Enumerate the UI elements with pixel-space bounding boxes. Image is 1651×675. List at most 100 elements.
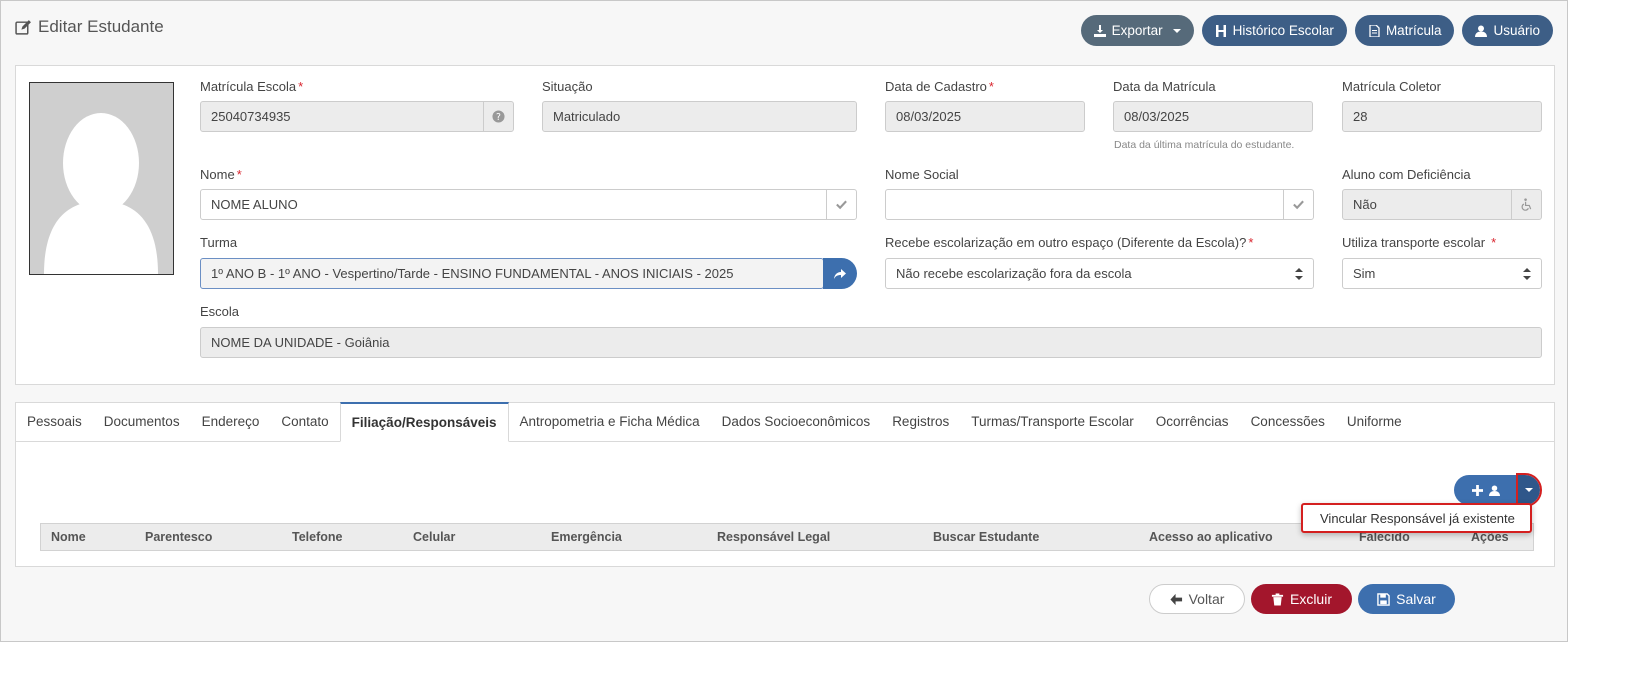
select-arrows-icon	[1523, 268, 1531, 280]
export-label: Exportar	[1111, 23, 1163, 38]
column-acesso-aplicativo[interactable]: Acesso ao aplicativo	[1149, 530, 1273, 544]
data-matricula-input[interactable]: 08/03/2025	[1113, 101, 1313, 132]
salvar-label: Salvar	[1396, 591, 1436, 607]
footer-actions: Voltar Excluir Salvar	[1149, 584, 1455, 614]
matricula-escola-label: Matrícula Escola *	[200, 79, 304, 94]
check-icon	[1293, 200, 1304, 210]
tab-concessoes[interactable]: Concessões	[1240, 403, 1336, 441]
question-icon: ?	[492, 110, 505, 123]
tab-uniforme[interactable]: Uniforme	[1336, 403, 1413, 441]
matricula-escola-input[interactable]: 25040734935 ?	[200, 101, 514, 132]
data-matricula-help: Data da última matrícula do estudante.	[1114, 139, 1295, 151]
h-icon	[1215, 24, 1226, 37]
tabs-panel: Pessoais Documentos Endereço Contato Fil…	[15, 402, 1555, 567]
tab-registros[interactable]: Registros	[881, 403, 960, 441]
usuario-button[interactable]: Usuário	[1462, 15, 1553, 46]
chevron-down-icon	[1172, 28, 1181, 33]
column-buscar-estudante[interactable]: Buscar Estudante	[933, 530, 1039, 544]
nome-input[interactable]: NOME ALUNO	[200, 189, 857, 220]
column-emergencia[interactable]: Emergência	[551, 530, 622, 544]
top-actions: Exportar Histórico Escolar Matrícula Usu…	[1080, 15, 1553, 46]
tab-dados-socioeconomicos[interactable]: Dados Socioeconômicos	[711, 403, 882, 441]
vincular-responsavel-menu-item[interactable]: Vincular Responsável já existente	[1301, 503, 1532, 533]
data-cadastro-value: 08/03/2025	[896, 109, 962, 124]
help-addon[interactable]: ?	[483, 102, 513, 131]
nome-social-check-addon	[1283, 190, 1313, 219]
excluir-label: Excluir	[1289, 591, 1332, 607]
page-frame: Editar Estudante Exportar Histórico Esco…	[0, 0, 1568, 642]
plus-icon	[1472, 484, 1483, 496]
tab-pessoais[interactable]: Pessoais	[16, 403, 93, 441]
historico-label: Histórico Escolar	[1232, 23, 1334, 38]
matricula-coletor-value: 28	[1353, 109, 1368, 124]
arrow-left-icon	[1170, 593, 1182, 605]
turma-input[interactable]: 1º ANO B - 1º ANO - Vespertino/Tarde - E…	[200, 258, 824, 289]
excluir-button[interactable]: Excluir	[1251, 584, 1352, 614]
page-title-text: Editar Estudante	[38, 17, 164, 36]
share-arrow-icon	[834, 268, 846, 279]
escola-value: NOME DA UNIDADE - Goiânia	[211, 335, 390, 350]
export-button[interactable]: Exportar	[1080, 15, 1194, 46]
svg-text:?: ?	[496, 112, 501, 123]
add-responsavel-dropdown-toggle[interactable]	[1516, 473, 1542, 507]
deficiencia-input[interactable]: Não	[1342, 189, 1542, 220]
escola-label: Escola	[200, 304, 240, 319]
chevron-down-icon	[1525, 488, 1533, 492]
data-cadastro-input[interactable]: 08/03/2025	[885, 101, 1085, 132]
nome-social-label: Nome Social	[885, 167, 959, 182]
usuario-label: Usuário	[1493, 23, 1540, 38]
tab-contato[interactable]: Contato	[270, 403, 339, 441]
deficiencia-addon	[1511, 190, 1541, 219]
nome-check-addon	[826, 190, 856, 219]
tab-ocorrencias[interactable]: Ocorrências	[1145, 403, 1240, 441]
avatar-placeholder-icon	[30, 83, 173, 274]
data-cadastro-label: Data de Cadastro *	[885, 79, 994, 94]
user-icon	[1475, 25, 1488, 37]
salvar-button[interactable]: Salvar	[1358, 584, 1455, 614]
deficiencia-label: Aluno com Deficiência	[1342, 167, 1471, 182]
escola-input[interactable]: NOME DA UNIDADE - Goiânia	[200, 327, 1542, 358]
student-photo[interactable]	[29, 82, 174, 275]
escolarizacao-select[interactable]: Não recebe escolarização fora da escola	[885, 258, 1314, 289]
deficiencia-value: Não	[1353, 197, 1377, 212]
save-icon	[1377, 592, 1390, 606]
nome-value: NOME ALUNO	[211, 197, 298, 212]
tab-turmas-transporte[interactable]: Turmas/Transporte Escolar	[960, 403, 1145, 441]
turma-label: Turma	[200, 235, 238, 250]
page-title: Editar Estudante	[15, 17, 164, 37]
tab-antropometria[interactable]: Antropometria e Ficha Médica	[509, 403, 711, 441]
matricula-button[interactable]: Matrícula	[1354, 15, 1455, 46]
select-arrows-icon	[1295, 268, 1303, 280]
voltar-button[interactable]: Voltar	[1149, 584, 1245, 614]
add-responsavel-group	[1454, 473, 1542, 507]
edit-icon	[15, 19, 31, 35]
matricula-coletor-input[interactable]: 28	[1342, 101, 1542, 132]
tab-filiacao-responsaveis[interactable]: Filiação/Responsáveis	[339, 402, 509, 442]
column-responsavel-legal[interactable]: Responsável Legal	[717, 530, 830, 544]
transporte-value: Sim	[1353, 266, 1376, 281]
situacao-value: Matriculado	[553, 109, 621, 124]
transporte-label: Utiliza transporte escolar *	[1342, 235, 1497, 250]
historico-escolar-button[interactable]: Histórico Escolar	[1201, 15, 1347, 46]
column-parentesco[interactable]: Parentesco	[145, 530, 212, 544]
situacao-input[interactable]: Matriculado	[542, 101, 857, 132]
add-responsavel-button[interactable]	[1454, 475, 1518, 505]
data-matricula-value: 08/03/2025	[1124, 109, 1190, 124]
column-celular[interactable]: Celular	[413, 530, 455, 544]
nome-label: Nome *	[200, 167, 242, 182]
turma-go-button[interactable]	[823, 258, 857, 289]
voltar-label: Voltar	[1188, 591, 1225, 607]
vincular-responsavel-label: Vincular Responsável já existente	[1320, 510, 1515, 526]
user-icon	[1489, 484, 1500, 496]
transporte-select[interactable]: Sim	[1342, 258, 1542, 289]
nome-social-input[interactable]	[885, 189, 1314, 220]
tab-documentos[interactable]: Documentos	[93, 403, 191, 441]
column-nome[interactable]: Nome	[51, 530, 86, 544]
situacao-label: Situação	[542, 79, 593, 94]
escolarizacao-label: Recebe escolarização em outro espaço (Di…	[885, 235, 1254, 250]
student-form-panel: Matrícula Escola * 25040734935 ? Situação…	[15, 65, 1555, 385]
check-icon	[836, 200, 847, 210]
column-telefone[interactable]: Telefone	[292, 530, 342, 544]
tab-endereco[interactable]: Endereço	[191, 403, 271, 441]
data-matricula-label: Data da Matrícula	[1113, 79, 1216, 94]
